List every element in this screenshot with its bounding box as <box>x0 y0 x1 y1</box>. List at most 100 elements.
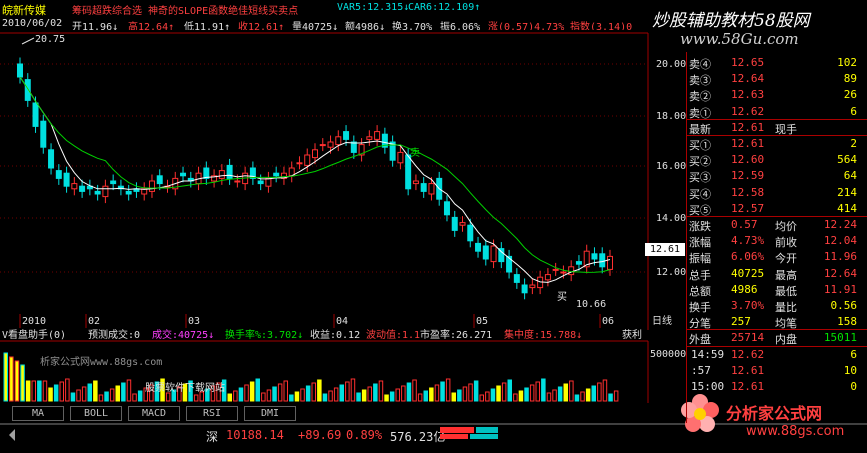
ask-volume: 26 <box>843 88 857 102</box>
ask-label: 卖④ <box>689 58 711 71</box>
market-label: 深 <box>206 430 219 444</box>
volume-bar <box>289 394 294 402</box>
scroll-left-icon[interactable] <box>8 429 16 441</box>
stat-row: 总额 4986 最低 11.91 <box>687 282 865 298</box>
volume-bar <box>277 383 283 402</box>
market-amount: 576.23亿 <box>390 430 446 444</box>
volume-bar <box>3 352 8 402</box>
tab-dmi[interactable]: DMI <box>244 406 296 421</box>
volume-bar <box>193 394 199 402</box>
stock-name[interactable]: 皖新传媒 <box>2 2 46 18</box>
volume-bar <box>70 392 76 402</box>
volume-chart[interactable]: 析家公式网www.88gs.com 股票软件下载网站 500000 <box>0 325 686 403</box>
breadth-bar <box>440 427 500 439</box>
volume-bar <box>389 391 395 402</box>
stat-row: 换手 3.70% 量比 0.56 <box>687 298 865 314</box>
volume-bar <box>569 380 574 402</box>
bid-price: 12.59 <box>731 169 765 183</box>
volume-bar <box>541 378 546 402</box>
stat-value: 4.73% <box>731 234 765 248</box>
volume-bar <box>552 389 557 402</box>
outer-inner-row: 外盘 25714 内盘 15011 <box>687 330 865 346</box>
volume-bar <box>328 390 333 402</box>
latest-row: 最新 12.61 现手 <box>687 120 865 136</box>
sell-signal: 卖 <box>410 147 420 159</box>
stat-label: 总额 <box>689 284 711 298</box>
index-pct: 0.89% <box>346 428 383 442</box>
volume-bar <box>395 388 400 402</box>
volume-bar <box>339 384 344 402</box>
volume-bar <box>457 389 462 402</box>
volume-bar <box>490 388 496 402</box>
index-change: +89.69 <box>298 428 342 442</box>
tab-boll[interactable]: BOLL <box>70 406 122 421</box>
stat-label: 涨跌 <box>689 220 711 233</box>
stat-value: 11.96 <box>823 250 857 264</box>
volume-bar <box>406 382 412 402</box>
bid-volume: 2 <box>850 137 857 150</box>
volume-bar <box>20 364 25 402</box>
volume-bar <box>98 394 104 402</box>
tick-time: :57 <box>691 363 711 377</box>
bid-label: 买③ <box>689 171 711 185</box>
volume-bar <box>613 390 619 402</box>
stat-label: 换手 <box>689 301 711 314</box>
volume-bar <box>93 380 98 402</box>
overlay-text-2: 股票软件下载网站 <box>145 381 225 394</box>
volume-bar <box>266 389 272 402</box>
ask-label: 卖② <box>689 90 711 104</box>
volume-bar <box>48 387 53 402</box>
volume-bar <box>305 385 311 402</box>
price-axis: 20.00 18.00 16.00 14.00 12.00 <box>648 30 686 330</box>
volume-bar <box>518 390 524 402</box>
ask-price: 12.63 <box>731 88 765 102</box>
tab-rsi[interactable]: RSI <box>186 406 238 421</box>
volume-bar <box>468 383 473 402</box>
volume-bar <box>227 393 232 402</box>
stat-label: 前收 <box>775 236 797 250</box>
formula-title: 筹码超跌综合选 神奇的SLOPE函数绝佳短线买卖点 <box>72 6 299 17</box>
volume-bar <box>574 394 580 402</box>
kline-chart[interactable]: 20.75 卖 买 10.66 2010 02 03 04 05 06 日线 <box>0 30 686 330</box>
volume-bar <box>434 384 440 402</box>
bid-row: 买② 12.60 564 <box>687 152 865 168</box>
tick-volume: 0 <box>850 380 857 393</box>
volume-bar <box>367 386 372 402</box>
tick-volume: 10 <box>843 363 857 377</box>
stat-label: 今开 <box>775 252 797 266</box>
tab-ma[interactable]: MA <box>12 406 64 421</box>
ask-price: 12.62 <box>731 104 765 118</box>
index-value: 10188.14 <box>226 428 284 442</box>
volume-bar <box>373 383 378 402</box>
date-label: 2010/06/02 <box>2 18 63 29</box>
volume-bar <box>485 391 490 402</box>
volume-bar <box>25 380 31 402</box>
volume-bar <box>378 380 384 402</box>
ask-row: 卖① 12.62 6 <box>687 104 865 120</box>
volume-bar <box>479 394 484 402</box>
volume-bar <box>244 384 249 402</box>
tab-macd[interactable]: MACD <box>128 406 180 421</box>
bid-volume: 564 <box>837 153 857 167</box>
stat-row: 涨跌 0.57 均价 12.24 <box>687 217 865 233</box>
watermark-url: www.58Gu.com <box>680 30 799 48</box>
volume-bar <box>384 394 389 402</box>
volume-bar <box>81 386 87 402</box>
volume-bar <box>137 390 143 402</box>
bid-label: 买② <box>689 155 711 169</box>
volume-bar <box>53 384 59 402</box>
ask-volume: 102 <box>837 56 857 69</box>
volume-bar <box>608 393 613 402</box>
volume-bar <box>42 380 48 402</box>
stat-row: 振幅 6.06% 今开 11.96 <box>687 249 865 265</box>
volume-bar <box>165 392 171 402</box>
car6-value: CAR6:12.109↑ <box>408 2 481 13</box>
ask-row: 卖③ 12.64 89 <box>687 71 865 87</box>
volume-bar <box>585 388 591 402</box>
volume-bar <box>580 391 585 402</box>
volume-bar <box>417 393 423 402</box>
volume-bar <box>294 391 300 402</box>
stat-label: 振幅 <box>689 252 711 266</box>
ask-label: 卖③ <box>689 74 711 88</box>
volume-bar <box>311 382 316 402</box>
